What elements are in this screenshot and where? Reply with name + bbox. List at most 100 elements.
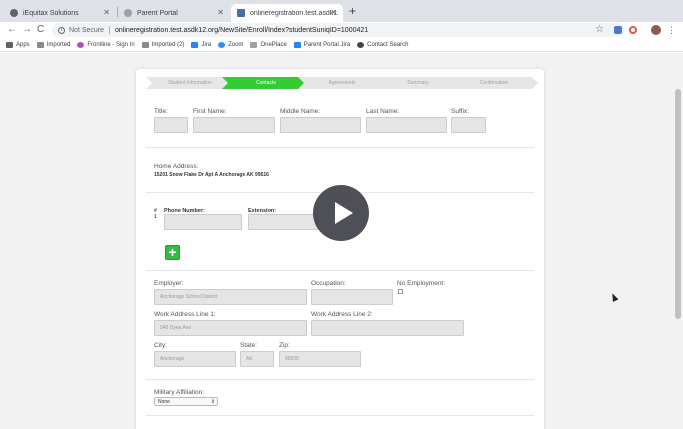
browser-tab-strip: iEquitax Solutions ✕ Parent Portal ✕ onl…: [0, 0, 683, 22]
middle-name-input[interactable]: [280, 117, 361, 133]
step-summary[interactable]: Summary: [374, 77, 462, 89]
last-name-input[interactable]: [366, 117, 447, 133]
chevron-updown-icon: ⇕: [210, 399, 215, 405]
occupation-label: Occupation:: [311, 280, 346, 287]
bookmark-frontline[interactable]: Frontline - Sign In: [77, 41, 135, 48]
bookmark-label: Imported (2): [151, 41, 185, 48]
apps-grid-icon: [6, 41, 13, 48]
bookmark-label: Contact Search: [367, 41, 409, 48]
bookmark-imported-2[interactable]: Imported (2): [141, 41, 185, 48]
extension-icon[interactable]: [629, 26, 637, 34]
security-indicator: Not Secure: [69, 26, 105, 34]
state-label: State:: [240, 342, 257, 349]
tab-favicon-icon: [124, 9, 132, 17]
tab-title: iEquitax Solutions: [23, 9, 79, 17]
bookmark-contact-search[interactable]: Contact Search: [357, 41, 409, 48]
jira-icon: [293, 41, 301, 48]
url-text: onlineregistration.test.asdk12.org/NewSi…: [115, 26, 369, 34]
bookmark-jira[interactable]: Jira: [191, 41, 212, 48]
bookmark-zoom[interactable]: Zoom: [218, 41, 244, 48]
work-address2-label: Work Address Line 2:: [311, 311, 373, 318]
work-address2-input[interactable]: [311, 320, 464, 336]
divider: [146, 147, 534, 148]
step-agreements[interactable]: Agreements: [298, 77, 386, 89]
zip-input[interactable]: 99505: [279, 351, 361, 367]
step-student-information[interactable]: Student Information: [146, 77, 234, 89]
divider: [146, 379, 534, 380]
bookmark-apps[interactable]: Apps: [6, 41, 30, 48]
avatar[interactable]: [651, 25, 661, 35]
bookmark-oneplace[interactable]: OnePlace: [250, 41, 287, 48]
zip-label: Zip:: [279, 342, 290, 349]
step-contacts[interactable]: Contacts: [222, 77, 310, 89]
close-icon[interactable]: ✕: [103, 8, 110, 18]
bookmark-imported[interactable]: Imported: [36, 41, 71, 48]
phone-number-input[interactable]: [164, 214, 242, 230]
page-scrollbar[interactable]: [675, 89, 681, 319]
registration-form-card: Student Information Contacts Agreements …: [136, 69, 544, 429]
frontline-icon: [77, 41, 85, 48]
title-input[interactable]: [154, 117, 188, 133]
bookmark-label: OnePlace: [260, 41, 287, 48]
address-bar[interactable]: i Not Secure onlineregistration.test.asd…: [52, 23, 624, 37]
no-employment-checkbox[interactable]: [398, 289, 403, 294]
zoom-icon: [218, 41, 226, 48]
first-name-input[interactable]: [193, 117, 275, 133]
new-tab-button[interactable]: +: [349, 4, 356, 18]
close-icon[interactable]: ✕: [330, 8, 337, 18]
star-icon[interactable]: ☆: [595, 23, 604, 37]
browser-tab-equitax[interactable]: iEquitax Solutions ✕: [4, 4, 116, 22]
play-icon: [334, 202, 353, 224]
bookmark-label: Jira: [201, 41, 212, 48]
tab-favicon-icon: [237, 9, 245, 17]
bookmarks-bar: Apps Imported Frontline - Sign In Import…: [0, 38, 683, 52]
state-input[interactable]: AK: [240, 351, 274, 367]
browser-tab-parent-portal[interactable]: Parent Portal ✕: [118, 4, 230, 22]
suffix-input[interactable]: [451, 117, 486, 133]
divider: [146, 415, 534, 416]
no-employment-label: No Employment:: [397, 280, 446, 287]
contact-search-icon: [357, 41, 365, 48]
menu-dots-icon[interactable]: ⋮: [667, 23, 676, 37]
video-play-button[interactable]: [313, 185, 369, 241]
extension-input[interactable]: [248, 214, 318, 230]
forward-arrow-icon[interactable]: →: [22, 23, 32, 37]
city-label: City:: [154, 342, 167, 349]
military-affiliation-select[interactable]: None ⇕: [154, 397, 218, 406]
tab-title: Parent Portal: [137, 9, 178, 17]
bookmark-label: Zoom: [228, 41, 244, 48]
title-label: Title:: [154, 108, 168, 115]
wizard-steps: Student Information Contacts Agreements …: [146, 77, 534, 89]
last-name-label: Last Name:: [366, 108, 400, 115]
jira-icon: [191, 41, 199, 48]
occupation-input[interactable]: [311, 289, 393, 305]
extension-icon[interactable]: [614, 26, 622, 34]
browser-toolbar: ← → C i Not Secure onlineregistration.te…: [0, 22, 683, 38]
bookmark-label: Frontline - Sign In: [87, 41, 135, 48]
back-arrow-icon[interactable]: ←: [7, 23, 17, 37]
reload-icon[interactable]: C: [37, 23, 44, 37]
middle-name-label: Middle Name:: [280, 108, 321, 115]
info-icon[interactable]: i: [58, 26, 65, 34]
add-phone-button[interactable]: +: [165, 245, 180, 260]
browser-tab-online-registration[interactable]: onlineregistration.test.asdk12... ✕: [231, 4, 343, 22]
employer-input[interactable]: Anchorage School District: [154, 289, 307, 305]
first-name-label: First Name:: [193, 108, 227, 115]
bookmark-parent-portal-jira[interactable]: Parent Portal Jira: [293, 41, 351, 48]
folder-icon: [36, 41, 44, 48]
work-address1-input[interactable]: 540 Dyea Ave: [154, 320, 307, 336]
tab-favicon-icon: [10, 9, 18, 17]
bookmark-label: Apps: [16, 41, 30, 48]
bookmark-label: Parent Portal Jira: [303, 41, 351, 48]
phone-index-value: 1: [154, 214, 157, 220]
close-icon[interactable]: ✕: [217, 8, 224, 18]
mouse-cursor-icon: [609, 292, 619, 302]
city-input[interactable]: Anchorage: [154, 351, 236, 367]
step-confirmation[interactable]: Confirmation: [450, 77, 538, 89]
home-address-value: 15201 Snow Flake Dr Apt A Anchorage AK 9…: [154, 172, 269, 178]
bookmark-label: Imported: [46, 41, 71, 48]
tab-title: onlineregistration.test.asdk12...: [250, 9, 338, 17]
employer-label: Employer:: [154, 280, 184, 287]
folder-icon: [141, 41, 149, 48]
page-content: Student Information Contacts Agreements …: [0, 53, 683, 429]
